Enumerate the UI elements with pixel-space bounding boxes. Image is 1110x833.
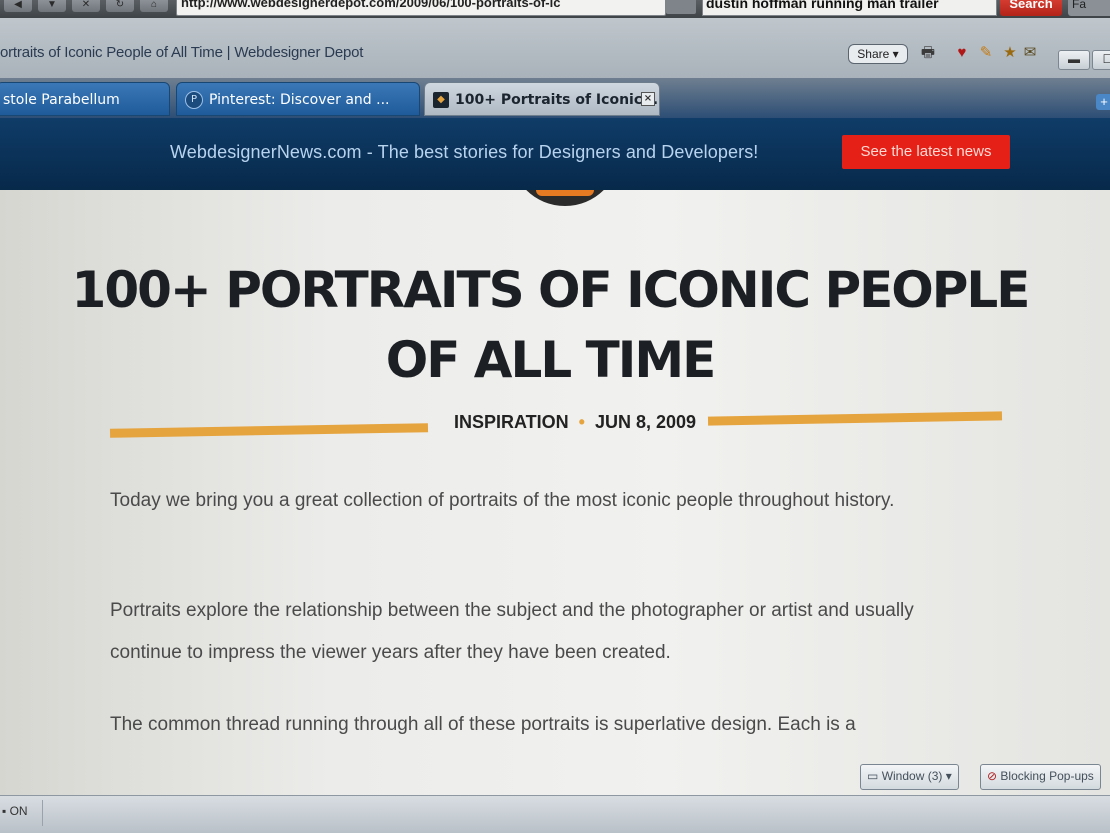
heart-icon[interactable]: ♥ [952, 44, 972, 62]
status-bar: ▪ ON ▭ Window (3) ▾ ⊘ Blocking Pop-ups [0, 764, 1110, 833]
separator-dot-icon: • [578, 412, 585, 432]
news-banner: WebdesignerNews.com - The best stories f… [0, 118, 1110, 190]
window-titlebar: ortraits of Iconic People of All Time | … [0, 18, 1110, 78]
tab-pinterest[interactable]: P Pinterest: Discover and ... [176, 82, 420, 116]
back-button[interactable]: ◀ [4, 0, 32, 12]
paragraph-3: The common thread running through all of… [110, 714, 856, 735]
window-title: ortraits of Iconic People of All Time | … [0, 44, 364, 61]
popup-blocker-label: Blocking Pop-ups [1000, 769, 1094, 783]
article-title-line-2: OF ALL TIME [385, 331, 717, 389]
popup-blocker-icon: ⊘ [987, 769, 998, 783]
browser-screen: ◀ ▼ ✕ ↻ ⌂ http://www.webdesignerdepot.co… [0, 0, 1110, 833]
pinterest-icon: P [185, 91, 203, 109]
category-link[interactable]: INSPIRATION [454, 412, 569, 432]
meta-rule-left [109, 423, 429, 438]
close-tab-icon[interactable]: × [641, 92, 655, 106]
window-switcher-button[interactable]: ▭ Window (3) ▾ [860, 764, 959, 790]
paragraph-1: Today we bring you a great collection of… [110, 490, 895, 511]
tab-label: 100+ Portraits of Iconic... [455, 92, 659, 108]
stop-button[interactable]: ✕ [72, 0, 100, 12]
refresh-button[interactable]: ↻ [106, 0, 134, 12]
share-button[interactable]: Share ▾ [848, 44, 908, 64]
star-icon[interactable]: ★ [1000, 44, 1020, 62]
address-bar[interactable]: http://www.webdesignerdepot.com/2009/06/… [176, 0, 666, 16]
search-input[interactable]: dustin hoffman running man trailer [702, 0, 997, 16]
forward-button[interactable]: ▼ [38, 0, 66, 12]
tab-portraits[interactable]: ◆ 100+ Portraits of Iconic... × [424, 82, 660, 116]
favorites-button[interactable]: Fa [1068, 0, 1110, 16]
site-favicon-icon: ◆ [433, 92, 449, 108]
status-divider [42, 800, 43, 826]
go-button[interactable] [666, 0, 696, 14]
tab-parabellum[interactable]: stole Parabellum [0, 82, 170, 116]
tab-bar: stole Parabellum P Pinterest: Discover an… [0, 78, 1110, 118]
popup-blocker-button[interactable]: ⊘ Blocking Pop-ups [980, 764, 1101, 790]
maximize-button[interactable]: ☐ [1092, 50, 1110, 70]
window-switcher-label: Window (3) [881, 769, 943, 783]
home-button[interactable]: ⌂ [140, 0, 168, 12]
status-text: ▪ ON [2, 804, 28, 818]
meta-rule-right [707, 411, 1003, 426]
chevron-down-icon: ▾ [945, 769, 952, 783]
site-logo[interactable] [510, 190, 620, 206]
publish-date: JUN 8, 2009 [594, 412, 697, 432]
tab-label: stole Parabellum [3, 92, 120, 108]
article-area: 100+ PORTRAITS OF ICONIC PEOPLE OF ALL T… [0, 190, 1110, 795]
banner-text: WebdesignerNews.com - The best stories f… [170, 142, 759, 162]
navigation-toolbar: ◀ ▼ ✕ ↻ ⌂ http://www.webdesignerdepot.co… [0, 0, 1110, 18]
latest-news-button[interactable]: See the latest news [842, 135, 1010, 169]
new-tab-icon[interactable]: + [1096, 94, 1110, 110]
article-meta: INSPIRATION • JUN 8, 2009 [430, 412, 720, 433]
mail-icon[interactable]: ✉ [1020, 44, 1040, 62]
article-title-line-1: 100+ PORTRAITS OF ICONIC PEOPLE [71, 261, 1031, 319]
tab-label: Pinterest: Discover and ... [209, 92, 390, 108]
tools-icon[interactable]: ✎ [976, 44, 996, 62]
print-icon[interactable]: 🖶 [918, 44, 938, 62]
search-button[interactable]: Search [1000, 0, 1062, 16]
minimize-button[interactable]: ▬ [1058, 50, 1090, 70]
paragraph-2: Portraits explore the relationship betwe… [110, 600, 914, 663]
window-icon: ▭ [867, 769, 879, 783]
share-label: Share [857, 47, 890, 61]
